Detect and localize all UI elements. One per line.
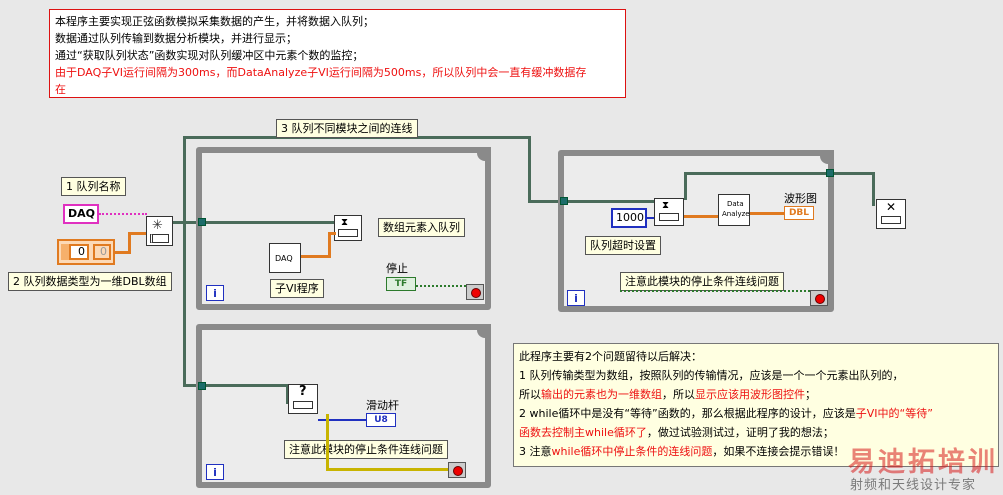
bottom-note-line-2: 1 队列传输类型为数组，按照队列的传输情况，应该是一个一个元素出队列的， [519, 369, 904, 382]
monitor-queue-wire[interactable] [206, 384, 288, 387]
top-note-line-5: 在 [55, 83, 66, 96]
enqueue-icon: ⧗ [341, 217, 349, 228]
queue-glyph-icon [659, 213, 679, 221]
dequeue-output-wire[interactable] [684, 215, 720, 218]
queue-wire-left-vertical[interactable] [183, 136, 186, 386]
queue-glyph-icon [881, 216, 901, 224]
monitor-while-loop[interactable] [196, 324, 491, 488]
producer-loop-iteration-terminal: i [206, 285, 224, 301]
stop-bool-wire[interactable] [416, 285, 466, 287]
enqueue-label: 数组元素入队列 [378, 218, 465, 237]
daq-output-wire-up[interactable] [328, 232, 331, 258]
dbl-array-wire-into-obtain[interactable] [128, 232, 147, 235]
bottom-stop-wire-vertical[interactable] [326, 414, 329, 470]
subvi-label: 子VI程序 [270, 279, 324, 298]
producer-queue-wire[interactable] [206, 221, 336, 224]
dbl-array-wire-vertical[interactable] [128, 232, 131, 254]
bottom-note-line-4: 2 while循环中是没有“等待”函数的，那么根据此程序的设计，应该是子VI中的… [519, 407, 933, 420]
enqueue-element-node[interactable]: ⧗ [334, 215, 362, 241]
queue-name-label: 1 队列名称 [61, 177, 126, 196]
top-note-line-2: 数据通过队列传输到数据分析模块，并进行显示； [55, 32, 297, 45]
daq-subvi-text: DAQ [275, 254, 293, 263]
timeout-constant[interactable]: 1000 [611, 208, 647, 228]
queue-connection-label: 3 队列不同模块之间的连线 [276, 119, 418, 138]
consumer-loop-iteration-terminal: i [567, 290, 585, 306]
stop-label: 停止 [386, 262, 408, 275]
consumer-loop-stop-terminal[interactable] [810, 290, 828, 306]
release-queue-wire-down[interactable] [872, 172, 875, 206]
data-analyze-text-1: Data [727, 200, 744, 208]
queue-glyph-icon [293, 401, 313, 409]
daq-output-wire-into-enqueue[interactable] [328, 232, 336, 235]
watermark-tagline: 射频和天线设计专家 [850, 478, 977, 493]
dequeue-element-node[interactable]: ⧗ [654, 198, 684, 226]
get-queue-status-node[interactable]: ? [288, 384, 318, 414]
queue-type-label: 2 队列数据类型为一维DBL数组 [8, 272, 172, 291]
release-queue-node[interactable]: ✕ [876, 199, 906, 229]
daq-string-constant[interactable]: DAQ [63, 204, 99, 224]
array-index-spinner[interactable] [61, 244, 69, 260]
obtain-queue-icon: ✳ [152, 218, 163, 233]
queue-glyph-icon [338, 229, 358, 237]
consumer-loop-queue-tunnel-in [560, 197, 568, 205]
top-note-line-3: 通过“获取队列状态”函数实现对队列缓冲区中元素个数的监控； [55, 49, 364, 62]
numeric-array-constant[interactable]: 0 0 [57, 239, 115, 265]
consumer-queue-wire-top[interactable] [684, 172, 830, 175]
data-analyze-text-2: Analyze [722, 210, 750, 218]
waveform-chart-terminal[interactable]: DBL [784, 206, 814, 220]
bottom-stop-note: 注意此模块的停止条件连线问题 [284, 440, 448, 459]
consumer-queue-wire-in[interactable] [568, 200, 656, 203]
bottom-note-line-1: 此程序主要有2个问题留待以后解决： [519, 350, 702, 363]
right-stop-wire[interactable] [620, 290, 810, 292]
consumer-queue-wire-up[interactable] [684, 172, 687, 200]
right-stop-note: 注意此模块的停止条件连线问题 [620, 272, 784, 291]
timeout-label: 队列超时设置 [585, 236, 661, 255]
monitor-loop-stop-terminal[interactable] [448, 462, 466, 478]
data-analyze-subvi-node[interactable]: Data Analyze [718, 194, 750, 226]
queue-glyph-icon [150, 234, 169, 243]
slider-label: 滑动杆 [366, 399, 399, 412]
producer-loop-stop-terminal[interactable] [466, 284, 484, 300]
obtain-queue-node[interactable]: ✳ [146, 216, 173, 246]
consumer-loop-queue-tunnel-out [826, 169, 834, 177]
bottom-note-line-3: 所以输出的元素也为一维数组，所以显示应该用波形图控件； [519, 388, 816, 401]
daq-output-wire[interactable] [301, 255, 330, 258]
monitor-loop-queue-tunnel [198, 382, 206, 390]
daq-subvi-node[interactable]: DAQ [269, 243, 301, 273]
slider-terminal[interactable]: U8 [366, 413, 396, 427]
top-note-line-4: 由于DAQ子VI运行间隔为300ms，而DataAnalyze子VI运行间隔为5… [55, 66, 587, 79]
monitor-loop-iteration-terminal: i [206, 464, 224, 480]
queue-wire-right-vertical[interactable] [528, 136, 531, 202]
top-note-line-1: 本程序主要实现正弦函数模拟采集数据的产生，并将数据入队列； [55, 15, 374, 28]
release-queue-wire[interactable] [834, 172, 874, 175]
array-index-value[interactable]: 0 [69, 244, 89, 260]
dequeue-icon: ⧗ [662, 200, 670, 211]
array-element-value[interactable]: 0 [93, 244, 111, 260]
analyze-output-wire[interactable] [750, 212, 784, 215]
string-wire[interactable] [99, 213, 147, 215]
producer-loop-queue-tunnel [198, 218, 206, 226]
top-description-note: 本程序主要实现正弦函数模拟采集数据的产生，并将数据入队列； 数据通过队列传输到数… [49, 9, 626, 98]
bottom-stop-wire[interactable] [326, 468, 450, 471]
stop-button-terminal[interactable]: TF [386, 277, 416, 291]
release-x-icon: ✕ [886, 200, 897, 214]
question-icon: ? [299, 384, 307, 399]
waveform-label: 波形图 [784, 192, 817, 205]
